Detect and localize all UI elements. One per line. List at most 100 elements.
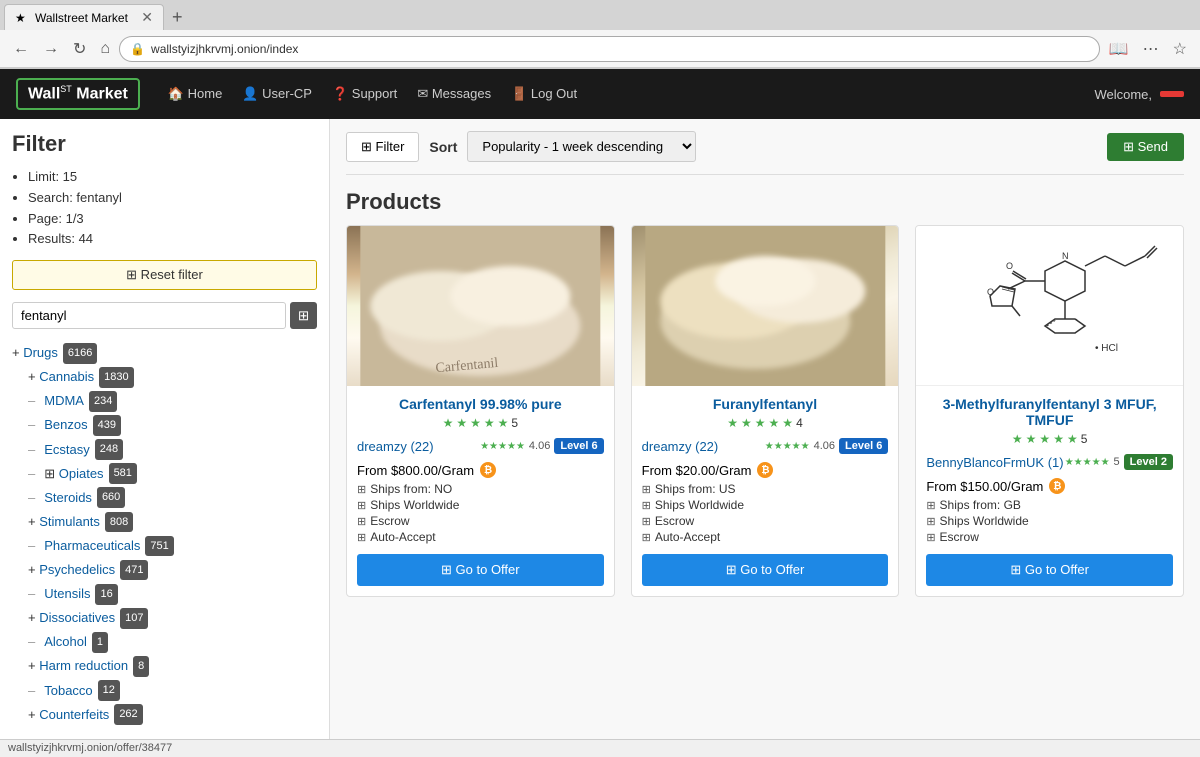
cat-steroids[interactable]: – Steroids 660	[12, 486, 317, 510]
s3-p2: ★	[755, 416, 766, 430]
welcome-text: Welcome,	[1094, 87, 1152, 102]
vendor-row-3: BennyBlancoFrmUK (1) ★★★★★ 5 Level 2	[926, 454, 1173, 470]
cat-drugs[interactable]: + Drugs 6166	[12, 341, 317, 365]
cat-utensils[interactable]: – Utensils 16	[12, 582, 317, 606]
new-tab-button[interactable]: +	[164, 7, 191, 28]
product-card-2: Furanylfentanyl ★ ★ ★ ★ ★ 4 dreamzy (22)…	[631, 225, 900, 597]
cat-alcohol[interactable]: – Alcohol 1	[12, 630, 317, 654]
search-input[interactable]	[12, 302, 286, 329]
vendor-name-1[interactable]: dreamzy (22)	[357, 439, 434, 454]
bitcoin-icon-2: ₿	[757, 462, 773, 478]
ssl-lock-icon: 🔒	[130, 42, 145, 56]
app-logo[interactable]: WallST Market	[16, 78, 140, 109]
product-image-3: N	[916, 226, 1183, 386]
cat-benzos-label: Benzos	[44, 414, 87, 436]
cat-psychedelics-label: + Psychedelics	[28, 559, 115, 581]
star-2: ★	[456, 416, 467, 430]
category-list: + Drugs 6166 + Cannabis 1830 – MDMA 234 …	[12, 341, 317, 727]
ships-from-icon-1: ⊞	[357, 483, 366, 496]
cat-drugs-badge: 6166	[63, 343, 97, 364]
tab-title: Wallstreet Market	[35, 11, 135, 25]
star-button[interactable]: ☆	[1168, 36, 1192, 62]
send-button[interactable]: ⊞ Send	[1107, 133, 1184, 161]
nav-user-cp[interactable]: 👤 User-CP	[234, 82, 320, 106]
v-star-3: ★★★★★	[1065, 457, 1110, 468]
cat-opiates-badge: 581	[109, 463, 137, 484]
cat-tobacco-badge: 12	[98, 680, 120, 701]
nav-logout[interactable]: 🚪 Log Out	[503, 82, 585, 106]
filter-limit: Limit: 15	[28, 167, 317, 188]
go-to-offer-button-2[interactable]: ⊞ Go to Offer	[642, 554, 889, 586]
vendor-rating-3: 5	[1114, 456, 1120, 468]
status-bar: wallstyizjhkrvmj.onion/offer/38477	[0, 739, 1200, 757]
products-title: Products	[346, 175, 1184, 225]
worldwide-icon-1: ⊞	[357, 499, 366, 512]
product-title-2[interactable]: Furanylfentanyl	[642, 396, 889, 412]
svg-text:N: N	[1062, 251, 1069, 261]
escrow-row-3: ⊞ Escrow	[926, 530, 1173, 544]
star-4: ★	[484, 416, 495, 430]
worldwide-text-3: Ships Worldwide	[940, 514, 1029, 528]
nav-support[interactable]: ❓ Support	[324, 82, 405, 106]
cat-stimulants[interactable]: + Stimulants 808	[12, 510, 317, 534]
refresh-button[interactable]: ↻	[68, 36, 91, 62]
star-3: ★	[470, 416, 481, 430]
cat-tobacco[interactable]: – Tobacco 12	[12, 679, 317, 703]
cat-ecstasy-dash: –	[28, 439, 35, 461]
tab-favicon: ★	[15, 11, 29, 25]
content-area: ⊞ Filter Sort Popularity - 1 week descen…	[330, 119, 1200, 739]
v-star-1: ★★★★★	[480, 441, 525, 452]
sort-select[interactable]: Popularity - 1 week descending Popularit…	[467, 131, 696, 162]
escrow-icon-3: ⊞	[926, 531, 935, 544]
home-nav-button[interactable]: ⌂	[95, 37, 115, 61]
cat-cannabis[interactable]: + Cannabis 1830	[12, 365, 317, 389]
more-button[interactable]: ⋯	[1138, 36, 1164, 62]
price-text-1: From $800.00/Gram	[357, 463, 474, 478]
cat-pharma-badge: 751	[145, 536, 173, 557]
search-submit-button[interactable]: ⊞	[290, 302, 317, 329]
app-header: WallST Market 🏠 Home 👤 User-CP ❓ Support…	[0, 69, 1200, 119]
vendor-name-2[interactable]: dreamzy (22)	[642, 439, 719, 454]
nav-messages[interactable]: ✉ Messages	[409, 82, 499, 106]
bookmarks-button[interactable]: 📖	[1104, 36, 1134, 62]
back-button[interactable]: ←	[8, 37, 34, 61]
tab-close-button[interactable]: ✕	[141, 9, 153, 26]
escrow-icon-2: ⊞	[642, 515, 651, 528]
go-to-offer-button-1[interactable]: ⊞ Go to Offer	[357, 554, 604, 586]
status-url: wallstyizjhkrvmj.onion/offer/38477	[8, 742, 172, 754]
product-star-count-2: 4	[796, 416, 803, 430]
product-title-3[interactable]: 3-Methylfuranylfentanyl 3 MFUF, TMFUF	[926, 396, 1173, 428]
forward-button[interactable]: →	[38, 37, 64, 61]
cat-ecstasy[interactable]: – Ecstasy 248	[12, 438, 317, 462]
nav-home[interactable]: 🏠 Home	[160, 82, 230, 106]
cat-dissociatives[interactable]: + Dissociatives 107	[12, 606, 317, 630]
filter-button[interactable]: ⊞ Filter	[346, 132, 419, 162]
ships-from-text-1: Ships from: NO	[370, 482, 452, 496]
price-row-2: From $20.00/Gram ₿	[642, 462, 889, 478]
cat-stimulants-label: + Stimulants	[28, 511, 100, 533]
vendor-name-3[interactable]: BennyBlancoFrmUK (1)	[926, 455, 1063, 470]
cat-opiates[interactable]: – ⊞ Opiates 581	[12, 462, 317, 486]
svg-text:O: O	[987, 287, 994, 297]
cat-counterfeits[interactable]: + Counterfeits 262	[12, 703, 317, 727]
product-stars-1: ★ ★ ★ ★ ★ 5	[357, 416, 604, 430]
cat-mdma[interactable]: – MDMA 234	[12, 389, 317, 413]
cat-steroids-label: Steroids	[44, 487, 92, 509]
cat-psychedelics[interactable]: + Psychedelics 471	[12, 558, 317, 582]
cat-benzos[interactable]: – Benzos 439	[12, 413, 317, 437]
cat-harm-reduction[interactable]: + Harm reduction 8	[12, 654, 317, 678]
filter-bar: ⊞ Filter Sort Popularity - 1 week descen…	[346, 119, 1184, 175]
worldwide-icon-3: ⊞	[926, 515, 935, 528]
s1-p2: ★	[727, 416, 738, 430]
product-title-1[interactable]: Carfentanyl 99.98% pure	[357, 396, 604, 412]
reset-filter-button[interactable]: ⊞ Reset filter	[12, 260, 317, 290]
s3-p3: ★	[1039, 432, 1050, 446]
cat-pharma[interactable]: – Pharmaceuticals 751	[12, 534, 317, 558]
chemical-structure-svg: N	[940, 231, 1160, 381]
go-to-offer-button-3[interactable]: ⊞ Go to Offer	[926, 554, 1173, 586]
url-input[interactable]	[151, 42, 1089, 56]
cat-utensils-badge: 16	[95, 584, 117, 605]
active-tab[interactable]: ★ Wallstreet Market ✕	[4, 4, 164, 30]
cat-pharma-dash: –	[28, 535, 35, 557]
address-bar[interactable]: 🔒	[119, 36, 1100, 62]
